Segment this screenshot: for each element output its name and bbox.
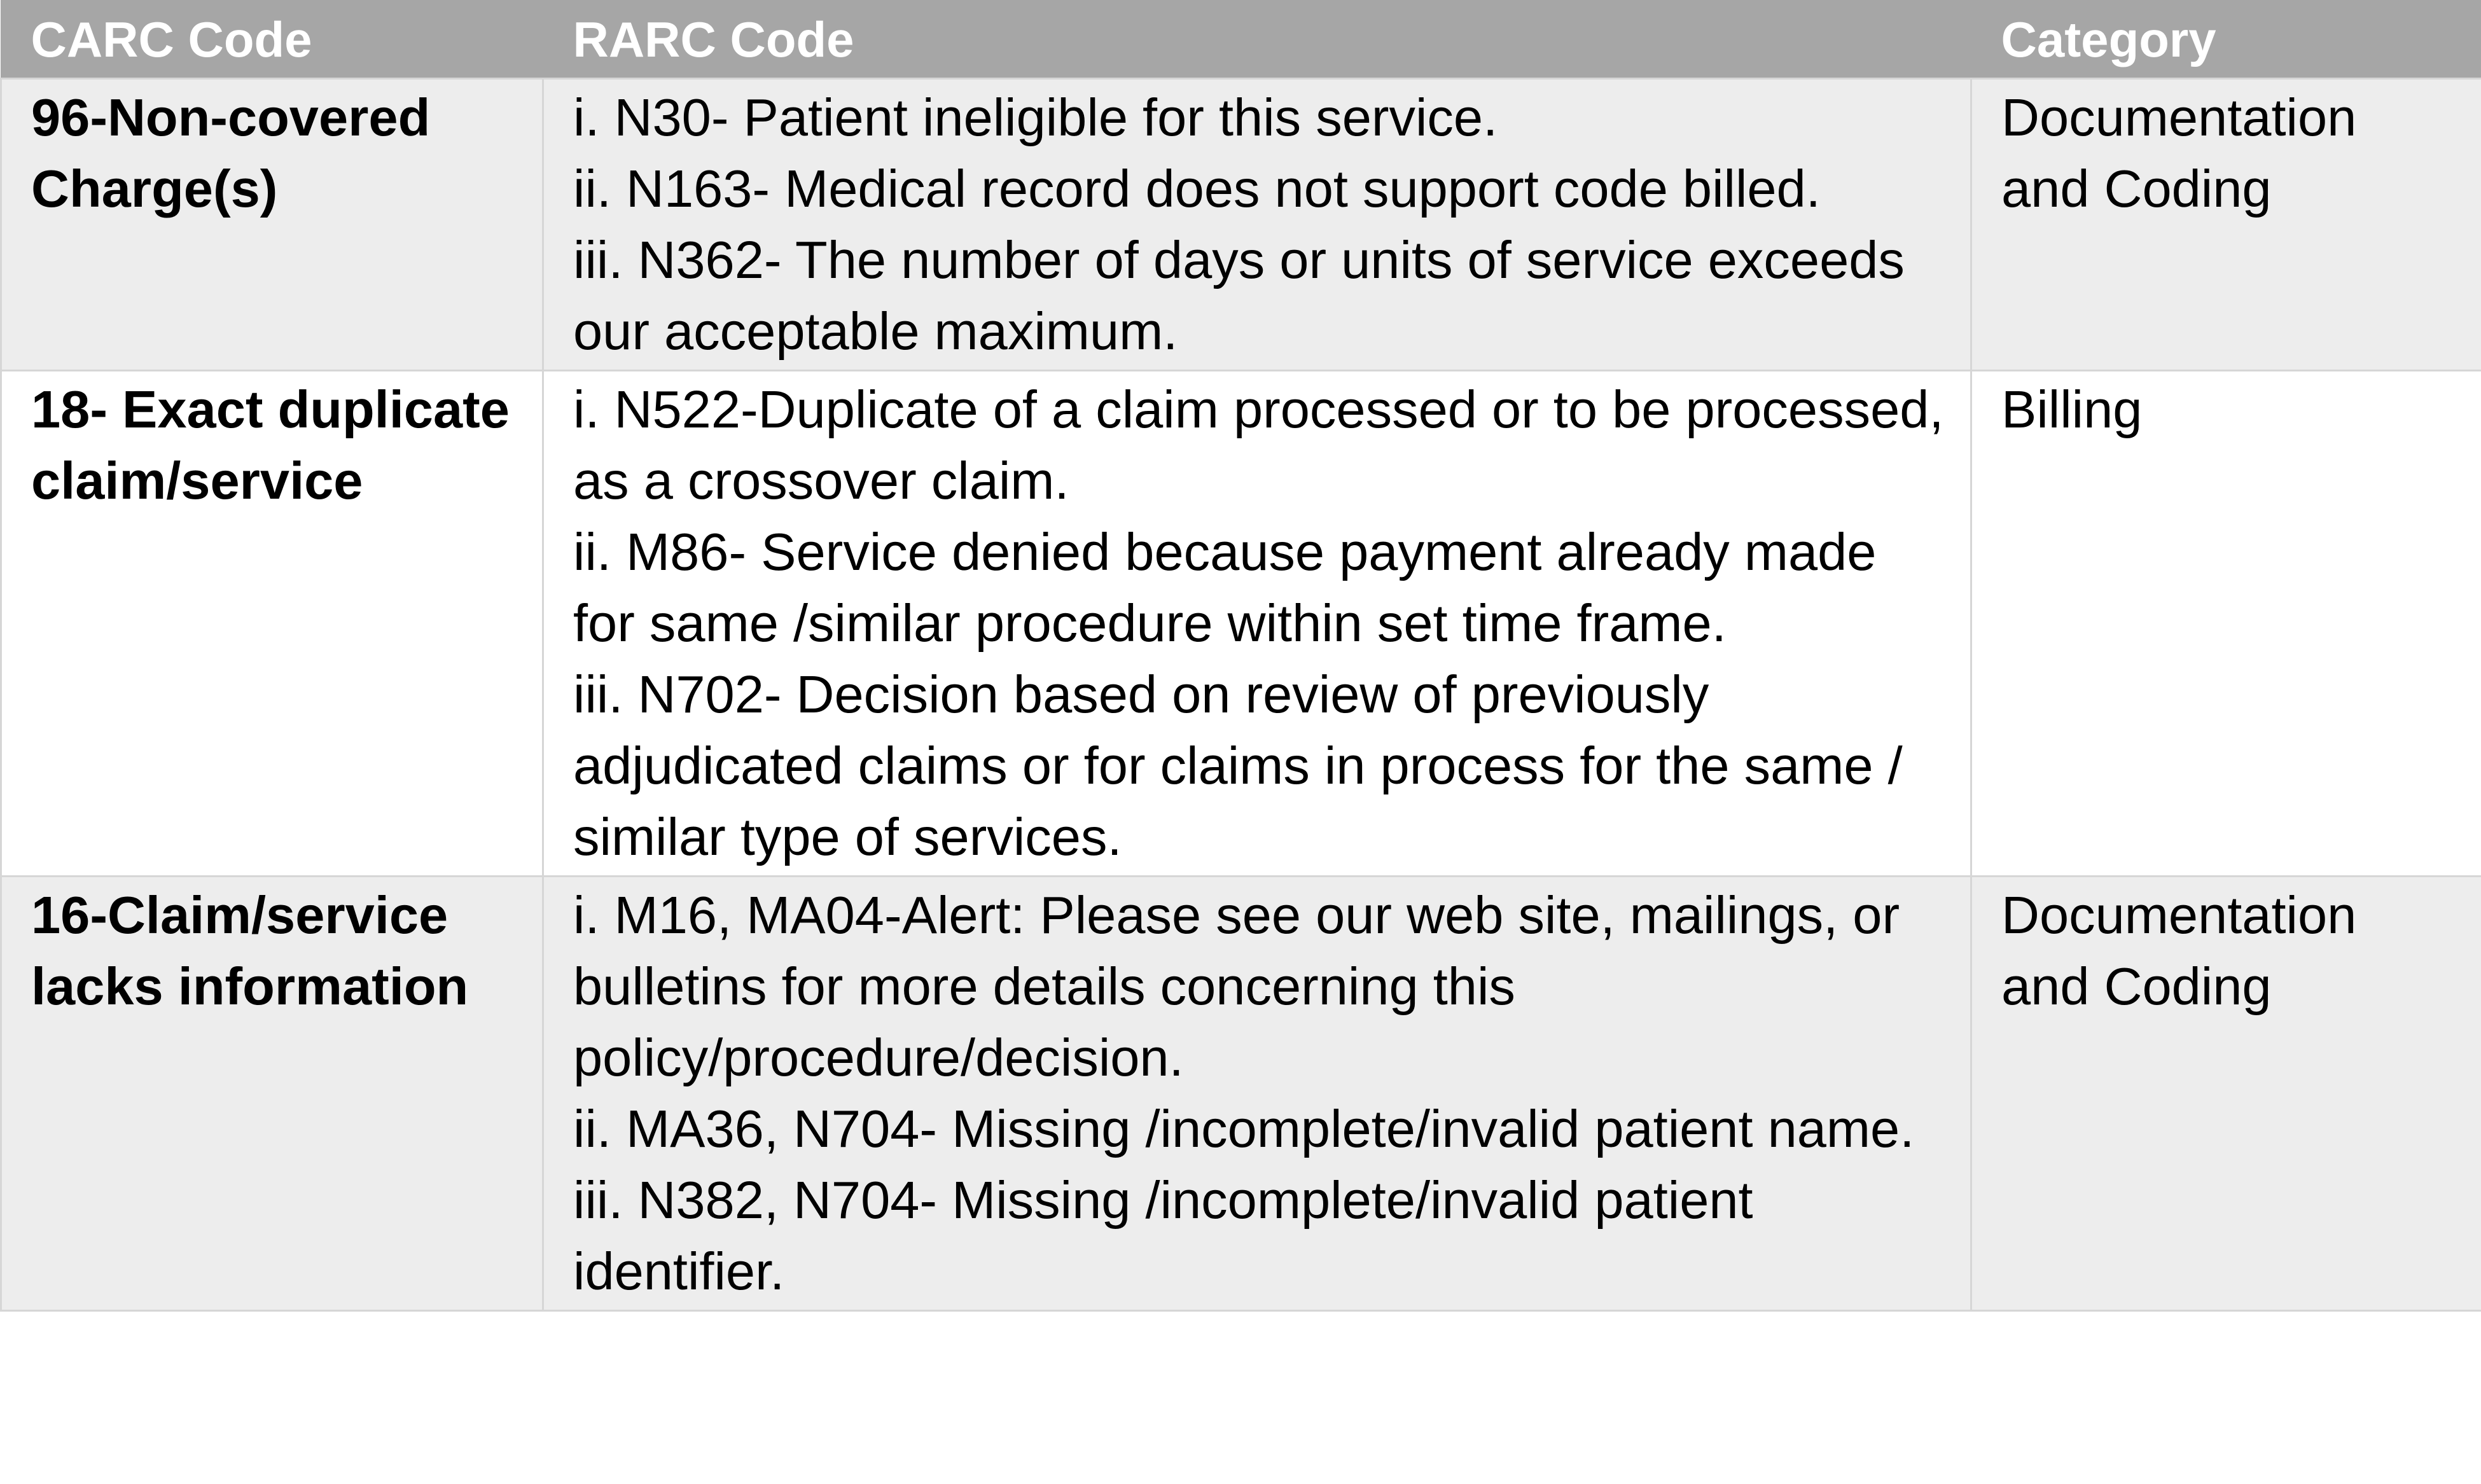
rarc-item: ii. MA36, N704- Missing /incomplete/inva… — [573, 1099, 1915, 1158]
header-rarc-code: RARC Code — [542, 0, 1972, 80]
header-category: Category — [1970, 0, 2481, 80]
rarc-item: i. M16, MA04-Alert: Please see our web s… — [573, 885, 1900, 1087]
rarc-item: iii. N702- Decision based on review of p… — [573, 665, 1903, 866]
carc-code-cell: 16-Claim/service lacks information — [0, 875, 544, 1312]
rarc-code-cell: i. M16, MA04-Alert: Please see our web s… — [542, 875, 1972, 1312]
rarc-code-cell: i. N30- Patient ineligible for this serv… — [542, 78, 1972, 371]
category-cell: Documentation and Coding — [1970, 875, 2481, 1312]
rarc-item: ii. M86- Service denied because payment … — [573, 522, 1877, 653]
category-cell: Billing — [1970, 370, 2481, 877]
rarc-item: ii. N163- Medical record does not suppor… — [573, 159, 1821, 218]
header-carc-code: CARC Code — [0, 0, 544, 80]
table-row: 16-Claim/service lacks information i. M1… — [0, 875, 2481, 1312]
rarc-item: iii. N362- The number of days or units o… — [573, 230, 1905, 361]
rarc-item: i. N30- Patient ineligible for this serv… — [573, 88, 1498, 147]
rarc-item: i. N522-Duplicate of a claim processed o… — [573, 380, 1944, 510]
carc-code-cell: 18- Exact duplicate claim/service — [0, 370, 544, 877]
carc-code-cell: 96-Non-covered Charge(s) — [0, 78, 544, 371]
header-row: CARC Code RARC Code Category — [0, 0, 2481, 80]
rarc-code-cell: i. N522-Duplicate of a claim processed o… — [542, 370, 1972, 877]
table-row: 96-Non-covered Charge(s) i. N30- Patient… — [0, 78, 2481, 371]
rarc-item: iii. N382, N704- Missing /incomplete/inv… — [573, 1170, 1753, 1301]
carc-rarc-table: CARC Code RARC Code Category 96-Non-cove… — [0, 0, 2481, 1312]
table-row: 18- Exact duplicate claim/service i. N52… — [0, 370, 2481, 877]
category-cell: Documentation and Coding — [1970, 78, 2481, 371]
